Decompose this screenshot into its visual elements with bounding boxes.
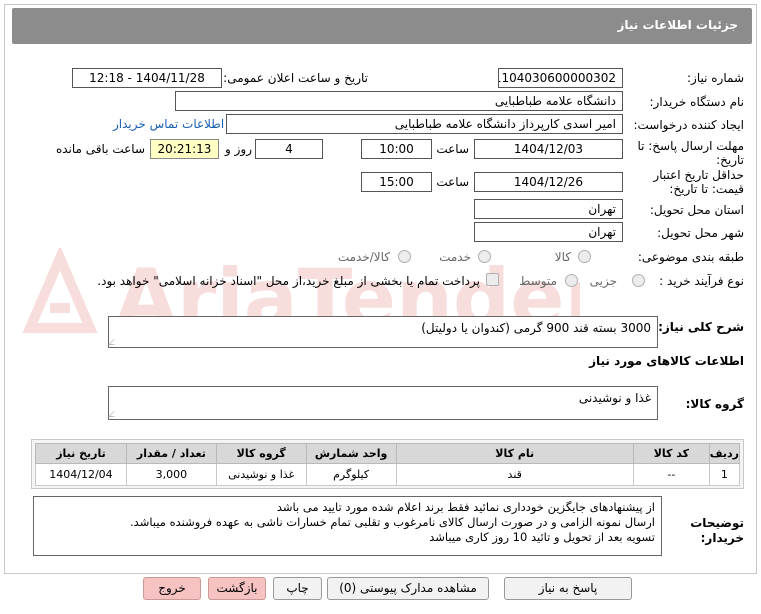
category-option-goods: کالا (554, 250, 571, 264)
announce-field: 1404/11/28 - 12:18 (72, 68, 222, 88)
cell-group: غذا و نوشیدنی (215, 463, 307, 486)
validity-time-field: 15:00 (361, 172, 432, 192)
attachments-button[interactable]: مشاهده مدارک پیوستی (0) (327, 577, 489, 600)
notes-line: ارسال نمونه الزامی و در صورت ارسال کالای… (130, 515, 655, 529)
table-header-row: ردیف کد کالا نام کالا واحد شمارش گروه کا… (35, 443, 741, 464)
treasury-payment-checkbox[interactable] (486, 273, 499, 286)
col-header-unit: واحد شمارش (305, 443, 397, 464)
treasury-payment-text: پرداخت تمام یا بخشی از مبلغ خرید،از محل … (97, 274, 480, 288)
deadline-time-label: ساعت (436, 142, 469, 156)
need-number-label: شماره نیاز: (687, 71, 744, 85)
deadline-label: مهلت ارسال پاسخ: تا (637, 139, 744, 153)
notes-line: از پیشنهادهای جایگزین خودداری نمائید فقط… (276, 500, 655, 514)
items-table: ردیف کد کالا نام کالا واحد شمارش گروه کا… (35, 443, 741, 486)
goods-group-field: غذا و نوشیدنی (108, 386, 658, 420)
notes-label-buyer: خریدار: (700, 531, 744, 545)
process-radio-medium[interactable] (565, 274, 578, 287)
goods-section-title: اطلاعات کالاهای مورد نیاز (589, 354, 744, 368)
city-field: تهران (474, 222, 623, 242)
category-label: طبقه بندی موضوعی: (637, 250, 744, 264)
validity-label-date: قیمت: تا تاریخ: (669, 182, 744, 196)
buyer-contact-link[interactable]: اطلاعات تماس خریدار (113, 117, 224, 131)
deadline-label-date: تاریخ: (716, 153, 744, 167)
resize-grip-icon[interactable] (108, 411, 120, 417)
category-radio-service[interactable] (478, 250, 491, 263)
cell-item-code: -- (632, 463, 710, 486)
back-button[interactable]: بازگشت (208, 577, 266, 600)
col-header-item-code: کد کالا (632, 443, 710, 464)
city-label: شهر محل تحویل: (657, 226, 744, 240)
days-label: روز و (225, 142, 252, 156)
deadline-time-field: 10:00 (361, 139, 432, 159)
reply-button[interactable]: پاسخ به نیاز (504, 577, 632, 600)
description-label: شرح کلی نیاز: (658, 320, 744, 334)
header-bar: جزئیات اطلاعات نیاز (12, 8, 752, 44)
col-header-need-date: تاریخ نیاز (35, 443, 127, 464)
buyer-org-label: نام دستگاه خریدار: (649, 95, 745, 109)
need-number-field: 1104030600000302 (498, 68, 623, 88)
goods-group-label: گروه کالا: (685, 397, 744, 411)
notes-label: توضیحات (690, 516, 744, 530)
category-option-goods-service: کالا/خدمت (337, 250, 390, 264)
col-header-item-name: نام کالا (395, 443, 634, 464)
table-row[interactable]: 1 -- قند کیلوگرم غذا و نوشیدنی 3,000 140… (35, 463, 741, 486)
validity-date-field: 1404/12/26 (474, 172, 623, 192)
col-header-quantity: تعداد / مقدار (125, 443, 217, 464)
description-text: 3000 بسته قند 900 گرمی (کندوان یا دولیتل… (421, 321, 651, 335)
days-field: 4 (255, 139, 323, 159)
notes-line: تسویه بعد از تحویل و تائید 10 روز کاری م… (429, 530, 655, 544)
goods-group-text: غذا و نوشیدنی (578, 391, 651, 405)
process-option-minor: جزیی (589, 274, 617, 288)
province-field: تهران (474, 199, 623, 219)
print-button[interactable]: چاپ (273, 577, 322, 600)
page-title: جزئیات اطلاعات نیاز (617, 18, 738, 32)
cell-need-date: 1404/12/04 (35, 463, 127, 486)
buyer-org-field: دانشگاه علامه طباطبایی (175, 91, 623, 111)
province-label: استان محل تحویل: (649, 203, 744, 217)
cell-row-number: 1 (708, 463, 741, 486)
col-header-row-number: ردیف (708, 443, 741, 464)
requester-label: ایجاد کننده درخواست: (633, 118, 744, 132)
description-field: 3000 بسته قند 900 گرمی (کندوان یا دولیتل… (108, 316, 658, 348)
remaining-label: ساعت باقی مانده (55, 142, 145, 156)
resize-grip-icon[interactable] (108, 339, 120, 345)
cell-unit: کیلوگرم (305, 463, 397, 486)
announce-label: تاریخ و ساعت اعلان عمومی: (223, 71, 368, 85)
exit-button[interactable]: خروج (143, 577, 201, 600)
process-radio-minor[interactable] (632, 274, 645, 287)
category-radio-goods[interactable] (578, 250, 591, 263)
col-header-group: گروه کالا (215, 443, 307, 464)
remaining-time-field: 20:21:13 (150, 139, 219, 159)
cell-item-name: قند (395, 463, 634, 486)
process-label: نوع فرآیند خرید : (659, 274, 744, 288)
validity-label: حداقل تاریخ اعتبار (653, 168, 744, 182)
deadline-date-field: 1404/12/03 (474, 139, 623, 159)
buyer-notes-field: از پیشنهادهای جایگزین خودداری نمائید فقط… (33, 496, 662, 556)
requester-field: امیر اسدی کارپرداز دانشگاه علامه طباطبای… (226, 114, 623, 134)
validity-time-label: ساعت (436, 175, 469, 189)
category-radio-goods-service[interactable] (398, 250, 411, 263)
cell-quantity: 3,000 (125, 463, 217, 486)
category-option-service: خدمت (439, 250, 471, 264)
process-option-medium: متوسط (519, 274, 557, 288)
